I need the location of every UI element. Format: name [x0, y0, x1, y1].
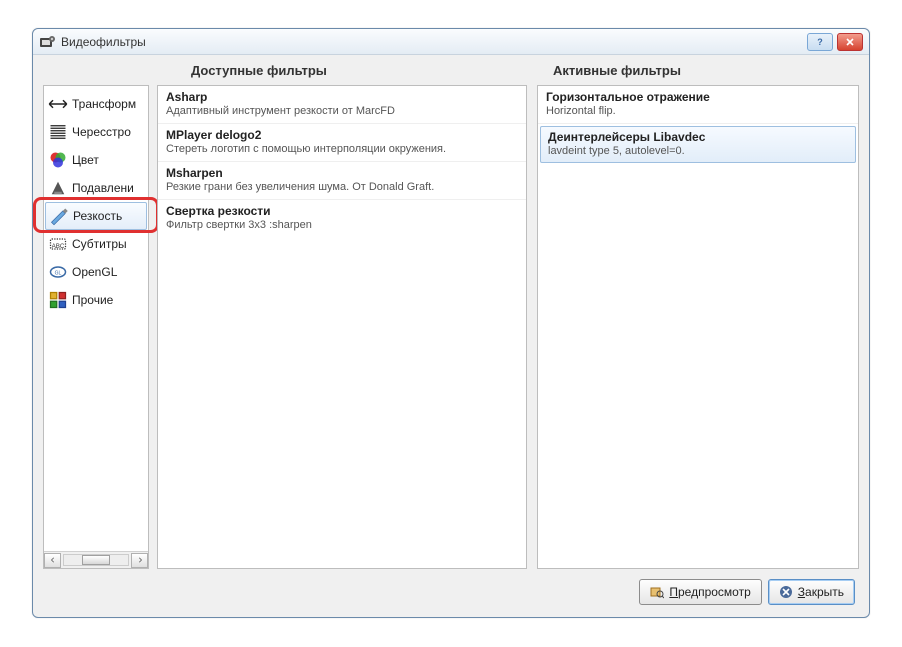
sidebar-item-label: Чересстро	[72, 125, 131, 139]
filter-name: MPlayer delogo2	[166, 128, 518, 142]
window-close-button[interactable]	[837, 33, 863, 51]
filter-desc: Фильтр свертки 3x3 :sharpen	[166, 219, 518, 231]
colors-icon	[48, 150, 68, 170]
sidebar-item-label: Трансформ	[72, 97, 136, 111]
sidebar-item-label: OpenGL	[72, 265, 117, 279]
filter-name: Asharp	[166, 90, 518, 104]
sidebar-item-label: Субтитры	[72, 237, 127, 251]
sharpness-icon	[49, 206, 69, 226]
button-bar: Предпросмотр Закрыть	[639, 579, 855, 605]
preview-icon	[650, 585, 664, 599]
sidebar-item-opengl[interactable]: GL OpenGL	[44, 258, 148, 286]
svg-text:GL: GL	[55, 271, 62, 277]
filter-item[interactable]: Свертка резкости Фильтр свертки 3x3 :sha…	[158, 200, 526, 237]
available-header: Доступные фильтры	[191, 63, 327, 78]
app-icon	[39, 34, 55, 50]
button-label: Закрыть	[798, 585, 844, 599]
close-button[interactable]: Закрыть	[768, 579, 855, 605]
transform-icon	[48, 94, 68, 114]
sidebar-item-misc[interactable]: Прочие	[44, 286, 148, 314]
dialog-window: Видеофильтры ? Доступные фильтры Активны…	[32, 28, 870, 618]
window-title: Видеофильтры	[61, 35, 146, 49]
sidebar-item-label: Подавлени	[72, 181, 134, 195]
filter-item[interactable]: Asharp Адаптивный инструмент резкости от…	[158, 86, 526, 124]
active-filter-item[interactable]: Деинтерлейсеры Libavdec lavdeint type 5,…	[540, 126, 856, 163]
filter-desc: lavdeint type 5, autolevel=0.	[548, 145, 848, 157]
category-list: Трансформ Чересстро Цвет Подавлени Резко…	[44, 86, 148, 314]
scroll-thumb[interactable]	[82, 555, 110, 565]
filter-name: Msharpen	[166, 166, 518, 180]
sidebar-item-noise[interactable]: Подавлени	[44, 174, 148, 202]
active-filter-item[interactable]: Горизонтальное отражение Horizontal flip…	[538, 86, 858, 124]
scroll-track[interactable]	[63, 554, 129, 566]
content-area: Доступные фильтры Активные фильтры Транс…	[43, 63, 859, 569]
sidebar-item-colors[interactable]: Цвет	[44, 146, 148, 174]
active-header: Активные фильтры	[553, 63, 681, 78]
filter-name: Деинтерлейсеры Libavdec	[548, 130, 848, 144]
filter-item[interactable]: Msharpen Резкие грани без увеличения шум…	[158, 162, 526, 200]
sidebar-item-label: Резкость	[73, 209, 122, 223]
noise-icon	[48, 178, 68, 198]
sidebar-scrollbar[interactable]	[44, 551, 148, 568]
filter-desc: Резкие грани без увеличения шума. От Don…	[166, 181, 518, 193]
scroll-left-button[interactable]	[44, 553, 61, 568]
svg-text:ABC: ABC	[52, 243, 65, 250]
filter-desc: Стереть логотип с помощью интерполяции о…	[166, 143, 518, 155]
sidebar-item-sharpness[interactable]: Резкость	[45, 202, 147, 230]
titlebar: Видеофильтры ?	[33, 29, 869, 55]
active-filters-panel: Горизонтальное отражение Horizontal flip…	[537, 85, 859, 569]
scroll-right-button[interactable]	[131, 553, 148, 568]
help-button[interactable]: ?	[807, 33, 833, 51]
available-filters-panel: Asharp Адаптивный инструмент резкости от…	[157, 85, 527, 569]
filter-name: Свертка резкости	[166, 204, 518, 218]
filter-name: Горизонтальное отражение	[546, 90, 850, 104]
svg-text:?: ?	[817, 37, 823, 47]
misc-icon	[48, 290, 68, 310]
preview-button[interactable]: Предпросмотр	[639, 579, 761, 605]
sidebar-item-label: Прочие	[72, 293, 113, 307]
opengl-icon: GL	[48, 262, 68, 282]
close-icon	[779, 585, 793, 599]
filter-item[interactable]: MPlayer delogo2 Стереть логотип с помощь…	[158, 124, 526, 162]
interlace-icon	[48, 122, 68, 142]
filter-desc: Адаптивный инструмент резкости от MarcFD	[166, 105, 518, 117]
sidebar-item-interlace[interactable]: Чересстро	[44, 118, 148, 146]
sidebar-item-label: Цвет	[72, 153, 99, 167]
subtitles-icon: ABC	[48, 234, 68, 254]
category-sidebar: Трансформ Чересстро Цвет Подавлени Резко…	[43, 85, 149, 569]
sidebar-item-subtitles[interactable]: ABC Субтитры	[44, 230, 148, 258]
filter-desc: Horizontal flip.	[546, 105, 850, 117]
sidebar-item-transform[interactable]: Трансформ	[44, 90, 148, 118]
button-label: Предпросмотр	[669, 585, 750, 599]
